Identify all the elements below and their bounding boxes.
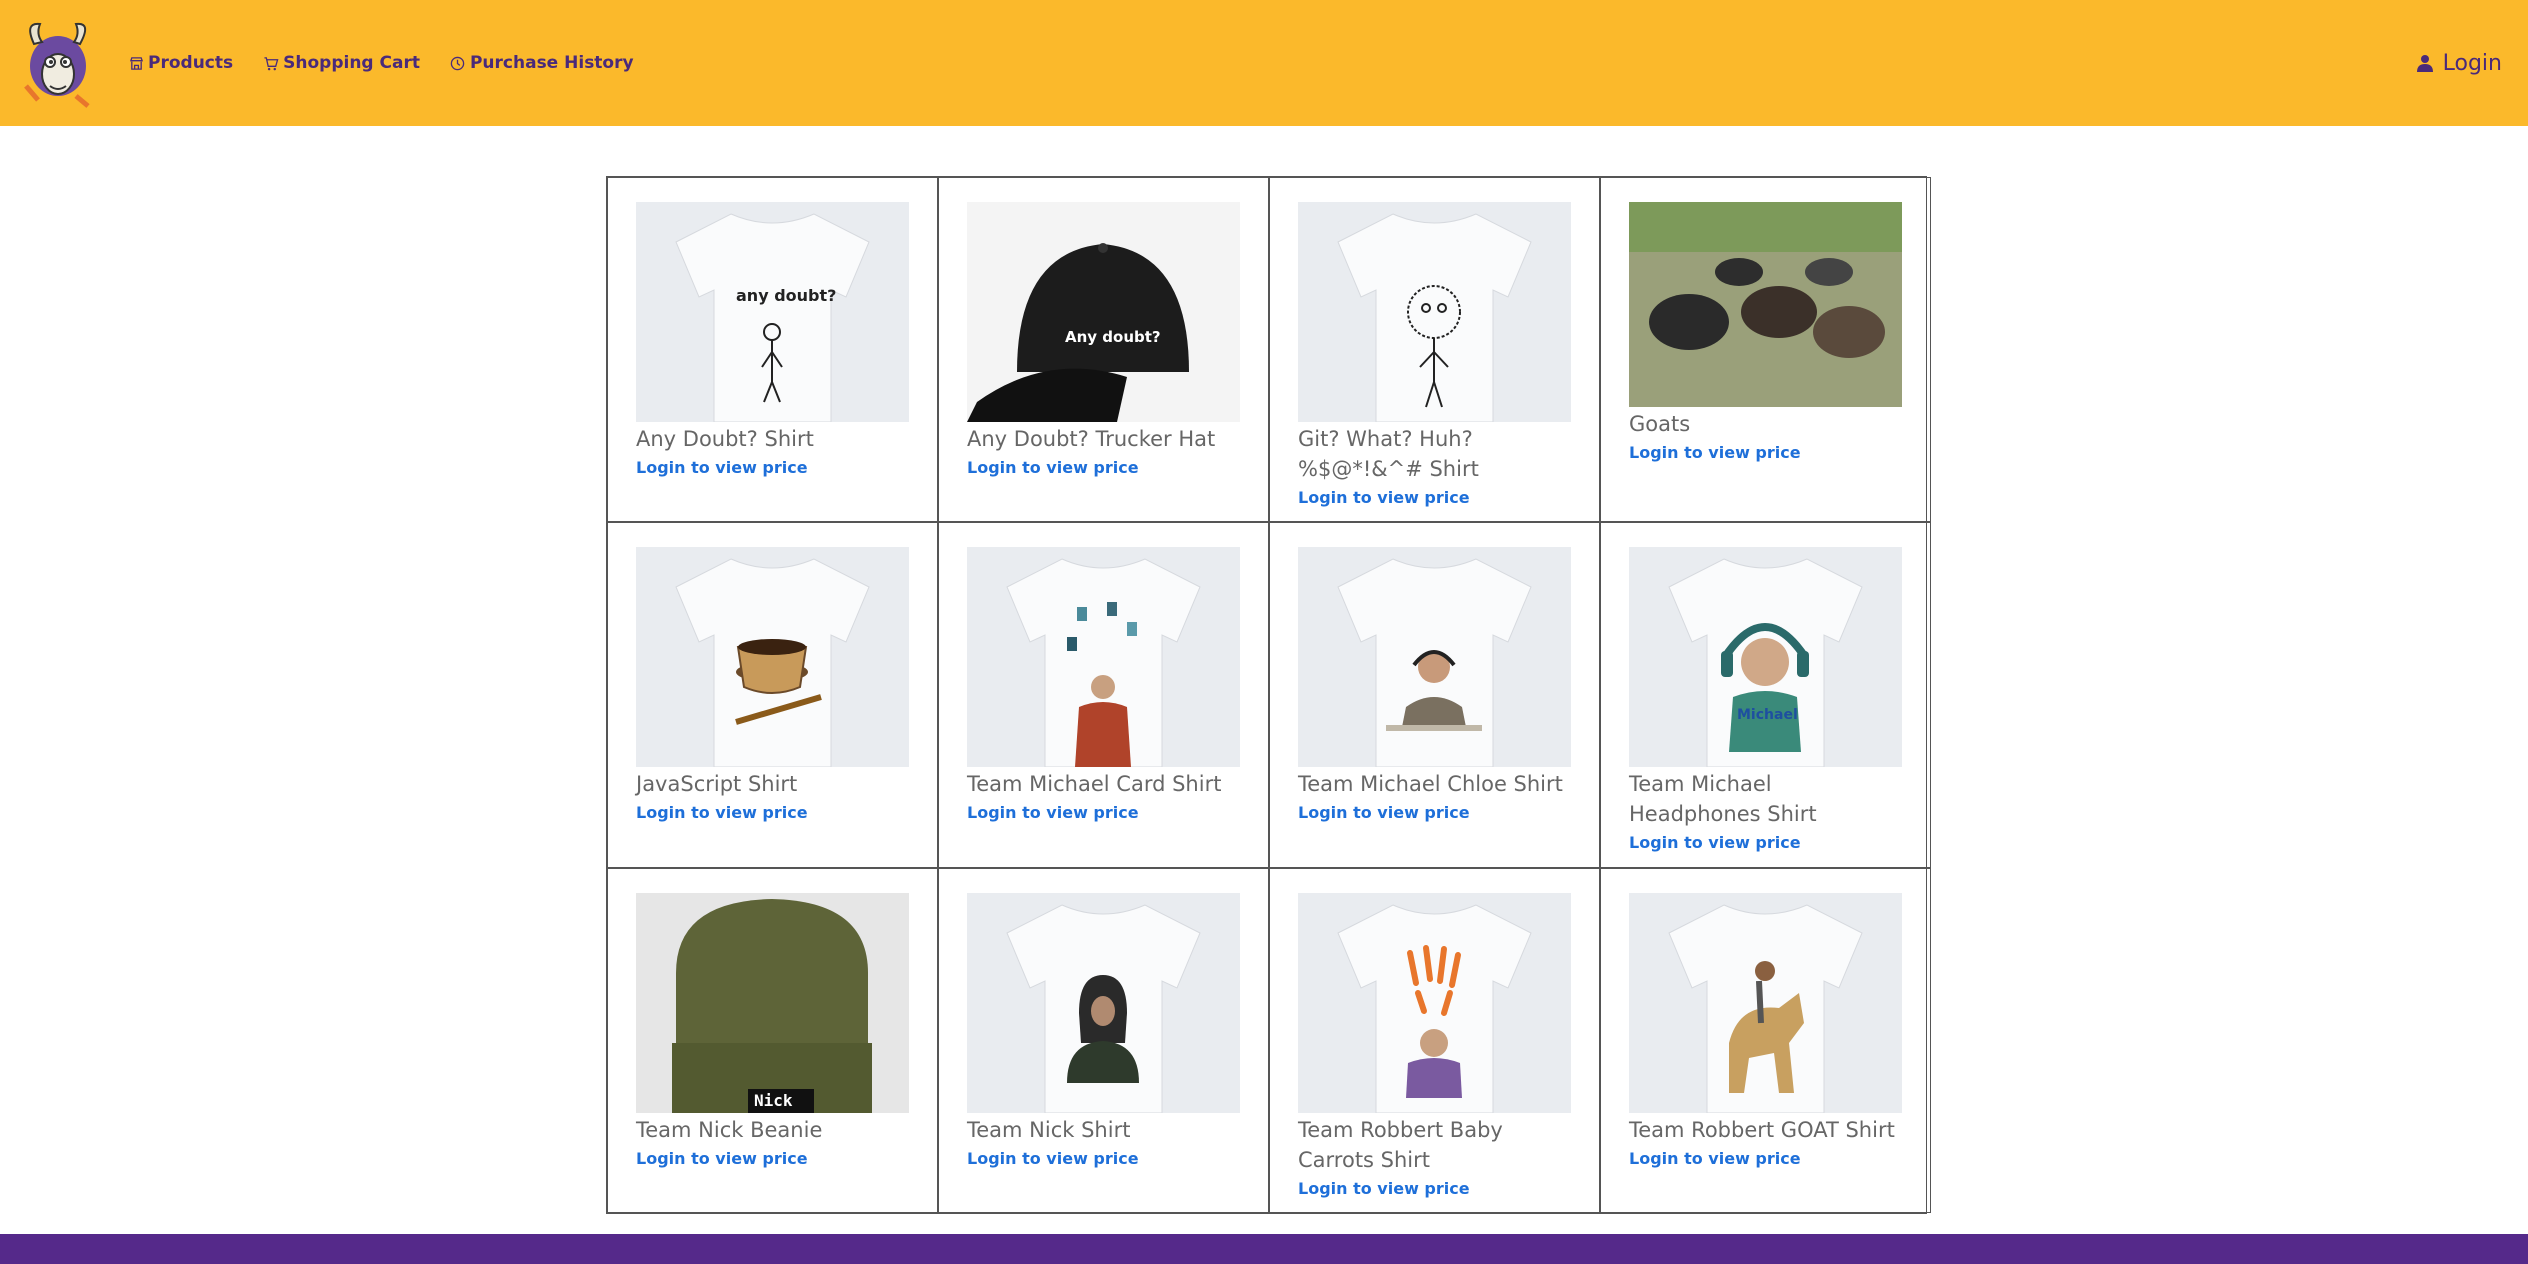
product-name: Team Robbert GOAT Shirt (1629, 1117, 1895, 1142)
product-card[interactable]: Any doubt? Any Doubt? Trucker Hat Login … (938, 177, 1269, 523)
product-image[interactable] (1298, 892, 1571, 1113)
product-image[interactable] (1298, 547, 1571, 768)
main-nav: Products Shopping Cart Purchase History (128, 0, 664, 126)
product-image[interactable]: Any doubt? (967, 202, 1240, 422)
login-to-view-price-link[interactable]: Login to view price (967, 1149, 1139, 1168)
product-image[interactable]: Michael (1629, 547, 1902, 768)
product-name: Team Michael Headphones Shirt (1629, 772, 1817, 827)
product-card[interactable]: Michael Team Michael Headphones Shirt Lo… (1600, 522, 1931, 868)
login-button[interactable]: Login (2416, 0, 2502, 126)
login-to-view-price-link[interactable]: Login to view price (636, 1149, 808, 1168)
product-card[interactable]: JavaScript Shirt Login to view price (607, 522, 938, 868)
shirt-print-text: any doubt? (736, 286, 837, 305)
nav-shopping-cart-label: Shopping Cart (283, 53, 420, 73)
login-to-view-price-link[interactable]: Login to view price (1298, 1179, 1470, 1198)
product-name: Goats (1629, 412, 1691, 436)
clock-icon (450, 55, 466, 71)
login-label: Login (2442, 50, 2502, 76)
nav-purchase-history[interactable]: Purchase History (450, 53, 634, 73)
nav-shopping-cart[interactable]: Shopping Cart (263, 53, 420, 73)
top-navbar: Products Shopping Cart Purchase History … (0, 0, 2528, 126)
product-card[interactable]: Team Michael Chloe Shirt Login to view p… (1269, 522, 1600, 868)
product-name: JavaScript Shirt (636, 772, 798, 797)
product-image[interactable] (1298, 202, 1571, 422)
login-to-view-price-link[interactable]: Login to view price (1298, 803, 1470, 822)
login-to-view-price-link[interactable]: Login to view price (1298, 488, 1470, 507)
product-image[interactable] (1629, 202, 1902, 407)
login-to-view-price-link[interactable]: Login to view price (967, 803, 1139, 822)
product-card[interactable]: Goats Login to view price (1600, 177, 1931, 523)
product-name: Team Nick Shirt (967, 1117, 1131, 1142)
product-card[interactable]: any doubt? Any Doubt? Shirt Login to vie… (607, 177, 938, 523)
shirt-print-text: Michael (1737, 707, 1798, 724)
nav-products[interactable]: Products (128, 53, 233, 73)
product-name: Any Doubt? Trucker Hat (967, 427, 1216, 451)
product-card[interactable]: Team Nick Shirt Login to view price (938, 867, 1269, 1213)
hat-print-text: Any doubt? (1065, 328, 1161, 346)
product-image[interactable] (636, 547, 909, 768)
nav-products-label: Products (148, 53, 234, 73)
product-name: Any Doubt? Shirt (636, 427, 814, 451)
product-name: Team Robbert Baby Carrots Shirt (1298, 1117, 1503, 1172)
beanie-label-text: Nick (754, 1090, 793, 1110)
product-image[interactable] (967, 892, 1240, 1113)
login-to-view-price-link[interactable]: Login to view price (967, 458, 1139, 477)
login-to-view-price-link[interactable]: Login to view price (636, 458, 808, 477)
login-to-view-price-link[interactable]: Login to view price (1629, 833, 1801, 852)
product-image[interactable] (1629, 892, 1902, 1113)
nav-purchase-history-label: Purchase History (469, 53, 634, 73)
product-card[interactable]: Nick Team Nick Beanie Login to view pric… (607, 867, 938, 1213)
product-name: Team Michael Card Shirt (967, 772, 1222, 797)
product-image[interactable]: any doubt? (636, 202, 909, 422)
product-card[interactable]: Team Robbert GOAT Shirt Login to view pr… (1600, 867, 1931, 1213)
product-image[interactable] (967, 547, 1240, 768)
footer-bar (0, 1234, 2528, 1264)
user-icon (2416, 54, 2435, 72)
product-card[interactable]: Git? What? Huh? %$@*!&^# Shirt Login to … (1269, 177, 1600, 523)
product-grid: any doubt? Any Doubt? Shirt Login to vie… (606, 176, 1931, 1214)
login-to-view-price-link[interactable]: Login to view price (636, 803, 808, 822)
store-icon (128, 55, 144, 71)
login-to-view-price-link[interactable]: Login to view price (1629, 1149, 1801, 1168)
product-name: Team Nick Beanie (636, 1117, 823, 1142)
product-card[interactable]: Team Robbert Baby Carrots Shirt Login to… (1269, 867, 1600, 1213)
product-card[interactable]: Team Michael Card Shirt Login to view pr… (938, 522, 1269, 868)
goat-logo[interactable] (16, 16, 100, 110)
login-to-view-price-link[interactable]: Login to view price (1629, 443, 1801, 462)
product-image[interactable]: Nick (636, 892, 909, 1113)
product-name: Team Michael Chloe Shirt (1298, 772, 1563, 797)
product-name: Git? What? Huh? %$@*!&^# Shirt (1298, 427, 1479, 481)
cart-icon (263, 55, 279, 71)
